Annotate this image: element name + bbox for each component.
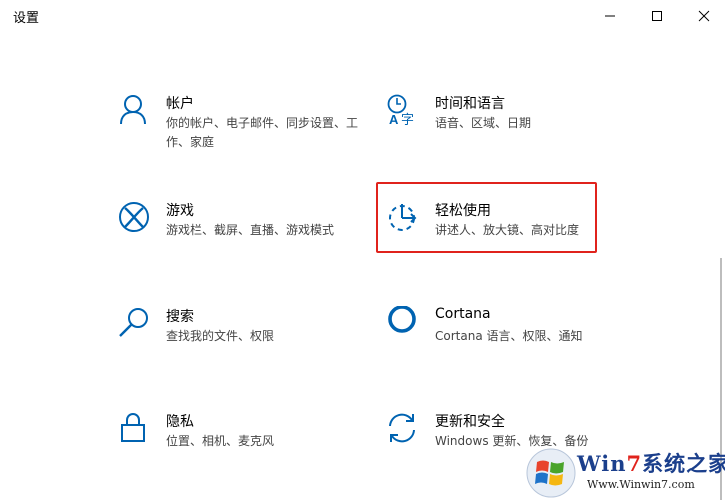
tile-label: 帐户 (166, 96, 194, 112)
maximize-icon (652, 11, 662, 21)
person-icon (120, 95, 146, 125)
minimize-button[interactable] (587, 0, 633, 32)
tile-label: 隐私 (166, 414, 194, 430)
watermark-brand: Win7系统之家 (577, 448, 725, 478)
svg-text:字: 字 (401, 113, 414, 127)
maximize-button[interactable] (634, 0, 680, 32)
tile-time-language[interactable]: A 字 时间和语言 语音、区域、日期 (386, 93, 626, 155)
window-title: 设置 (13, 11, 40, 26)
settings-window: 设置 帐户 你的帐户、电子邮件、同步设置、工作、家庭 A 字 时间和语言 语音、… (0, 0, 725, 500)
title-bar: 设置 (0, 0, 725, 32)
close-icon (698, 10, 710, 22)
tile-description: 语音、区域、日期 (435, 116, 532, 130)
tile-description: 你的帐户、电子邮件、同步设置、工作、家庭 (166, 116, 359, 149)
tile-label: 搜索 (166, 309, 194, 325)
tile-description: Cortana 语言、权限、通知 (435, 329, 583, 343)
windows-logo-icon (526, 448, 576, 498)
cortana-icon (388, 306, 416, 333)
tile-search[interactable]: 搜索 查找我的文件、权限 (117, 306, 357, 368)
time-language-icon: A 字 (387, 94, 414, 127)
xbox-icon (119, 202, 149, 232)
tile-description: 游戏栏、截屏、直播、游戏模式 (166, 223, 335, 237)
svg-text:A: A (389, 112, 399, 127)
tile-description: 位置、相机、麦克风 (166, 434, 275, 448)
tile-label: 游戏 (166, 203, 194, 219)
search-icon (119, 308, 148, 337)
watermark-url: Www.Winwin7.com (587, 478, 695, 491)
tile-cortana[interactable]: Cortana Cortana 语言、权限、通知 (386, 306, 626, 368)
tile-accounts[interactable]: 帐户 你的帐户、电子邮件、同步设置、工作、家庭 (117, 93, 358, 155)
watermark-brand-suffix: 系统之家 (642, 451, 725, 476)
minimize-icon (605, 15, 615, 17)
close-button[interactable] (681, 0, 725, 32)
tile-privacy[interactable]: 隐私 位置、相机、麦克风 (117, 411, 357, 473)
watermark-brand-seven: 7 (626, 451, 643, 476)
lock-icon (121, 413, 145, 442)
tile-description: 查找我的文件、权限 (166, 329, 275, 343)
watermark-brand-prefix: Win (577, 451, 627, 476)
tile-label: 时间和语言 (435, 96, 505, 112)
sync-icon (389, 413, 415, 443)
watermark: Win7系统之家 Www.Winwin7.com (525, 446, 725, 500)
highlight-frame (376, 182, 597, 253)
tile-label: 更新和安全 (435, 414, 505, 430)
tile-label: Cortana (435, 306, 491, 322)
tile-gaming[interactable]: 游戏 游戏栏、截屏、直播、游戏模式 (117, 200, 357, 262)
